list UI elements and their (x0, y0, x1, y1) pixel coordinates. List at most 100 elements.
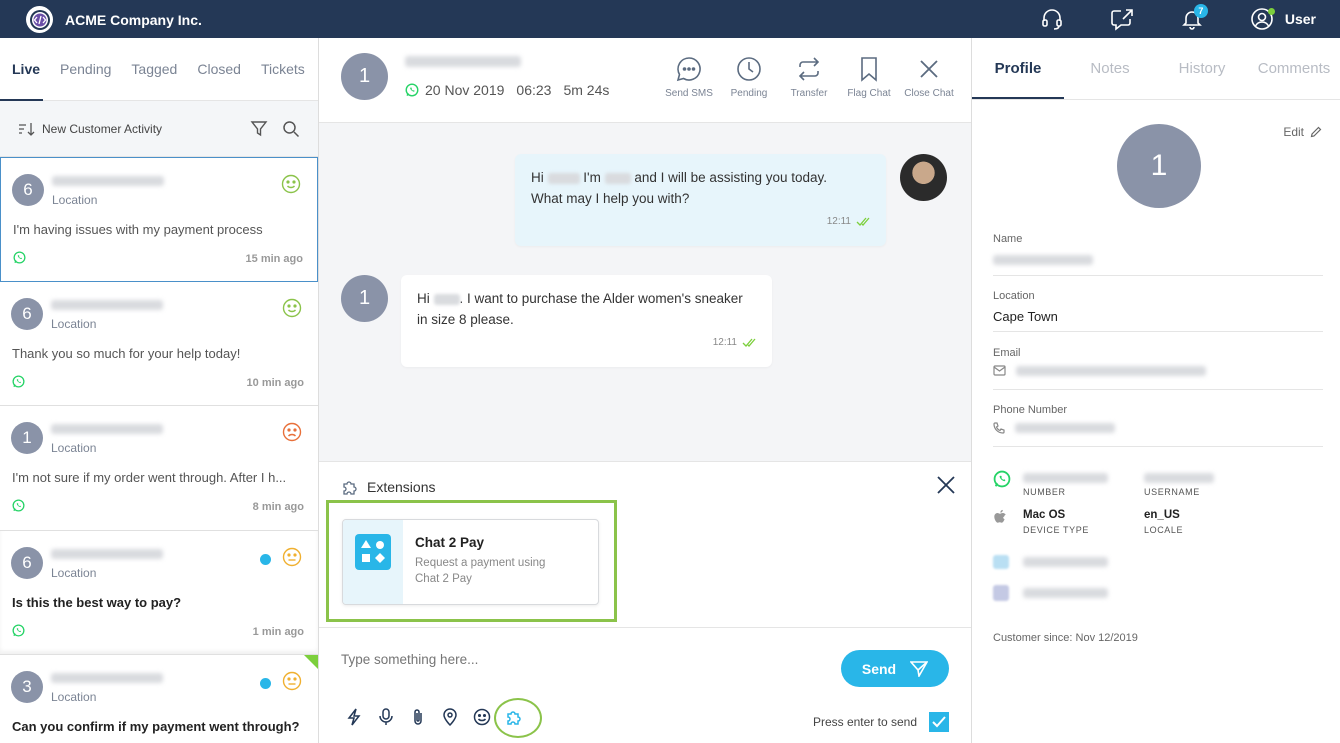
conversation-time: 15 min ago (245, 253, 303, 265)
tab-live[interactable]: Live (0, 38, 44, 101)
send-sms-button[interactable]: Send SMS (665, 56, 713, 99)
name-field: Name (993, 233, 1323, 276)
conversation-item[interactable]: 6 Location Is this the best way to pay? … (0, 530, 318, 655)
conversation-time: 8 min ago (252, 501, 304, 513)
contact-name-redacted (51, 424, 163, 434)
extensions-panel: Extensions Chat 2 Pay Request a payment … (319, 461, 971, 627)
whatsapp-icon (13, 251, 26, 269)
online-status-dot (1267, 8, 1275, 15)
customer-avatar: 1 (341, 275, 388, 322)
conversation-item[interactable]: 1 Location I'm not sure if my order went… (0, 406, 318, 531)
email-field: Email (993, 347, 1323, 390)
locale-label: LOCALE (1144, 525, 1184, 535)
filter-icon[interactable] (250, 120, 268, 138)
twitter-details (993, 555, 1323, 569)
whatsapp-number-redacted (1023, 473, 1108, 483)
customer-message-line-1: Hi . I want to purchase the Alder women'… (417, 288, 756, 309)
send-label: Send (861, 660, 897, 677)
conversation-time: 10 min ago (246, 376, 304, 389)
conversation-item[interactable]: 3 Location Can you confirm if my payment… (0, 655, 318, 743)
send-button[interactable]: Send (841, 650, 949, 687)
quick-reply-lightning-icon[interactable] (345, 708, 363, 726)
conversation-preview: Can you confirm if my payment went throu… (12, 719, 300, 734)
extension-icon-area (343, 520, 403, 604)
facebook-handle-redacted (1023, 588, 1108, 598)
customer-message-bubble: Hi . I want to purchase the Alder women'… (401, 275, 772, 367)
profile-avatar: 1 (1117, 124, 1201, 208)
pencil-icon (1310, 126, 1322, 138)
conversation-item[interactable]: 6 Location I'm having issues with my pay… (0, 157, 318, 282)
brand[interactable]: ACME Company Inc. (26, 6, 202, 33)
microphone-icon[interactable] (377, 708, 395, 726)
customer-message-line-2: in size 8 please. (417, 312, 514, 327)
tab-tagged[interactable]: Tagged (131, 38, 177, 101)
press-enter-checkbox[interactable] (929, 712, 949, 732)
tab-profile[interactable]: Profile (972, 38, 1064, 99)
extensions-header: Extensions (341, 478, 435, 496)
device-details: Mac OS DEVICE TYPE en_US LOCALE (993, 509, 1323, 535)
sort-label[interactable]: New Customer Activity (42, 122, 162, 136)
conversation-preview: I'm not sure if my order went through. A… (12, 470, 287, 485)
phone-label: Phone Number (993, 404, 1067, 416)
unread-dot (260, 678, 271, 689)
conversation-preview: Is this the best way to pay? (12, 594, 182, 610)
name-label: Name (993, 233, 1023, 245)
chat-time: 06:23 (516, 82, 552, 98)
edit-profile-button[interactable]: Edit (1283, 125, 1322, 139)
device-type-label: DEVICE TYPE (1023, 525, 1089, 535)
conversation-item[interactable]: 6 Location Thank you so much for your he… (0, 281, 318, 406)
message-text: I'm (583, 170, 601, 185)
contact-name-redacted (52, 176, 164, 186)
chat-actions: Send SMS Pending Transfer Flag Chat Clos… (665, 56, 954, 99)
message-text: . I want to purchase the Alder women's s… (459, 291, 743, 306)
user-menu[interactable]: User (1249, 6, 1316, 32)
location-pin-icon[interactable] (441, 708, 459, 726)
search-icon[interactable] (282, 120, 300, 138)
whatsapp-icon (12, 623, 25, 642)
tab-closed[interactable]: Closed (197, 38, 241, 101)
conversation-avatar: 3 (11, 671, 43, 703)
tab-tickets[interactable]: Tickets (261, 38, 305, 101)
conversation-time: 1 min ago (252, 625, 304, 638)
pending-button[interactable]: Pending (725, 56, 773, 99)
chat-2-pay-extension-card[interactable]: Chat 2 Pay Request a payment using Chat … (342, 519, 599, 605)
phone-value-redacted (1015, 423, 1115, 433)
phone-field: Phone Number (993, 404, 1323, 447)
whatsapp-icon (12, 499, 25, 517)
tab-notes[interactable]: Notes (1064, 38, 1156, 99)
notification-count-badge: 7 (1193, 4, 1208, 18)
message-time: 12:11 (826, 216, 851, 227)
share-chat-icon[interactable] (1109, 6, 1135, 32)
extensions-title: Extensions (367, 479, 436, 495)
transfer-button[interactable]: Transfer (785, 56, 833, 99)
headset-icon[interactable] (1039, 6, 1065, 32)
tab-comments[interactable]: Comments (1248, 38, 1340, 99)
read-check-icon (856, 217, 870, 226)
read-check-icon (742, 338, 756, 347)
close-extensions-button[interactable] (935, 474, 957, 501)
name-value-redacted (993, 255, 1093, 265)
message-text: Hi (531, 170, 544, 185)
conversation-location: Location (51, 316, 97, 331)
location-value: Cape Town (993, 309, 1058, 324)
chat-2-pay-logo-icon (355, 534, 391, 570)
tab-history[interactable]: History (1156, 38, 1248, 99)
profile-tabs: Profile Notes History Comments (972, 38, 1340, 100)
conversation-location: Location (51, 565, 97, 580)
close-chat-button[interactable]: Close Chat (904, 56, 954, 99)
device-type-value: Mac OS (1023, 509, 1066, 521)
attachment-paperclip-icon[interactable] (409, 708, 427, 726)
flag-chat-button[interactable]: Flag Chat (845, 56, 893, 99)
notifications-bell-icon[interactable]: 7 (1179, 4, 1208, 32)
conversation-sidebar: Live Pending Tagged Closed Tickets New C… (0, 38, 319, 743)
emoji-icon[interactable] (473, 708, 491, 726)
sort-icon[interactable] (18, 122, 36, 136)
email-label: Email (993, 347, 1021, 359)
tab-pending[interactable]: Pending (60, 38, 111, 101)
conversation-location: Location (52, 193, 98, 207)
message-input[interactable] (341, 652, 801, 667)
press-enter-to-send-option[interactable]: Press enter to send (813, 712, 949, 732)
conversation-location: Location (51, 441, 97, 455)
conversation-tabs: Live Pending Tagged Closed Tickets (0, 38, 318, 101)
email-value-redacted (1016, 365, 1206, 376)
